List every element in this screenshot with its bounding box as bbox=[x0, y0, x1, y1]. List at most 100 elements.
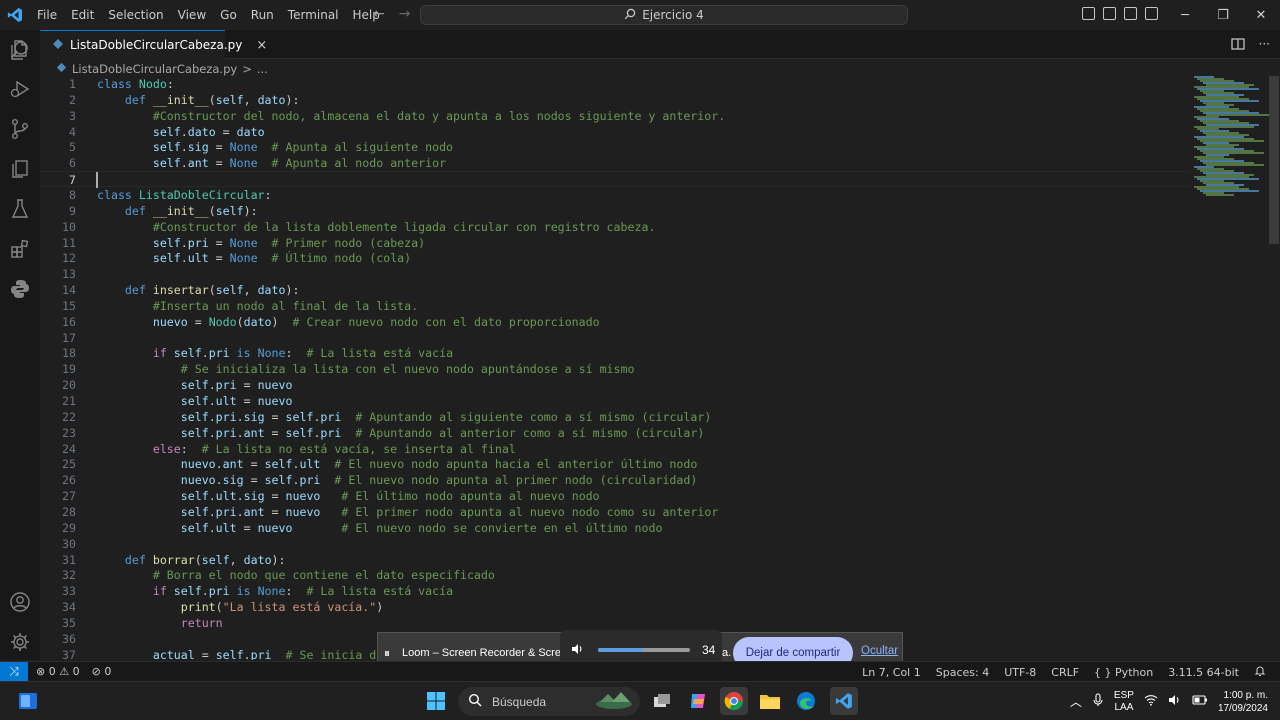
ports-indicator[interactable]: ⊘ 0 bbox=[92, 665, 112, 678]
indentation[interactable]: Spaces: 4 bbox=[936, 666, 989, 679]
file-explorer-icon[interactable] bbox=[756, 687, 784, 715]
toggle-primary-sidebar-icon[interactable] bbox=[1082, 7, 1095, 20]
code-line[interactable]: 20 self.pri = nuevo bbox=[40, 377, 1190, 393]
volume-slider[interactable] bbox=[598, 648, 690, 652]
editor-scrollbar[interactable] bbox=[1269, 76, 1279, 244]
input-language[interactable]: ESP LAA bbox=[1114, 690, 1134, 714]
code-line[interactable]: 31 def borrar(self, dato): bbox=[40, 552, 1190, 568]
desktop-widget-icon[interactable] bbox=[14, 687, 42, 715]
menu-selection[interactable]: Selection bbox=[101, 0, 170, 30]
back-arrow-icon[interactable]: ← bbox=[373, 6, 385, 22]
more-actions-icon[interactable]: ··· bbox=[1259, 37, 1270, 54]
code-line[interactable]: 32 # Borra el nodo que contiene el dato … bbox=[40, 567, 1190, 583]
code-line[interactable]: 11 self.pri = None # Primer nodo (cabeza… bbox=[40, 235, 1190, 251]
volume-icon[interactable] bbox=[1168, 694, 1182, 709]
code-line[interactable]: 10 #Constructor de la lista doblemente l… bbox=[40, 219, 1190, 235]
code-line[interactable]: 9 def __init__(self): bbox=[40, 203, 1190, 219]
code-line[interactable]: 24 else: # La lista no está vacía, se in… bbox=[40, 441, 1190, 457]
code-line[interactable]: 28 self.pri.ant = nuevo # El primer nodo… bbox=[40, 504, 1190, 520]
chrome-icon[interactable] bbox=[720, 687, 748, 715]
menu-edit[interactable]: Edit bbox=[64, 0, 101, 30]
minimize-icon[interactable]: ─ bbox=[1166, 0, 1204, 30]
close-window-icon[interactable]: ✕ bbox=[1242, 0, 1280, 30]
source-control-icon[interactable] bbox=[8, 117, 32, 141]
pause-icon[interactable]: ⏸ bbox=[384, 646, 402, 661]
code-line[interactable]: 6 self.ant = None # Apunta al nodo anter… bbox=[40, 155, 1190, 171]
accounts-icon[interactable] bbox=[8, 590, 32, 614]
minimap[interactable] bbox=[1190, 76, 1269, 206]
code-line[interactable]: 13 bbox=[40, 266, 1190, 282]
code-line[interactable]: 25 nuevo.ant = self.ult # El nuevo nodo … bbox=[40, 456, 1190, 472]
remote-indicator-icon[interactable]: ⤨ bbox=[0, 661, 28, 682]
task-view-icon[interactable] bbox=[648, 687, 676, 715]
menu-go[interactable]: Go bbox=[213, 0, 244, 30]
code-line[interactable]: 5 self.sig = None # Apunta al siguiente … bbox=[40, 139, 1190, 155]
code-line[interactable]: 19 # Se inicializa la lista con el nuevo… bbox=[40, 361, 1190, 377]
code-editor[interactable]: 1 class Nodo: 2 def __init__(self, dato): 3… bbox=[40, 76, 1190, 660]
python-interpreter[interactable]: 3.11.5 64-bit bbox=[1168, 666, 1239, 679]
code-line[interactable]: 34 print("La lista está vacía.") bbox=[40, 599, 1190, 615]
menu-run[interactable]: Run bbox=[244, 0, 281, 30]
customize-layout-icon[interactable] bbox=[1145, 7, 1158, 20]
breadcrumb-symbols[interactable]: ... bbox=[257, 62, 268, 76]
menu-file[interactable]: File bbox=[30, 0, 64, 30]
close-tab-icon[interactable]: × bbox=[256, 38, 267, 53]
code-line[interactable]: 15 #Inserta un nodo al final de la lista… bbox=[40, 298, 1190, 314]
code-line[interactable]: 7 bbox=[40, 171, 1190, 189]
edge-icon[interactable] bbox=[792, 687, 820, 715]
tab-listadoblecircularcabeza[interactable]: ListaDobleCircularCabeza.py × bbox=[40, 30, 267, 59]
microphone-icon[interactable] bbox=[1092, 693, 1104, 710]
code-line[interactable]: 8 class ListaDobleCircular: bbox=[40, 187, 1190, 203]
run-debug-icon[interactable] bbox=[8, 77, 32, 101]
code-line[interactable]: 17 bbox=[40, 330, 1190, 346]
end-of-line[interactable]: CRLF bbox=[1051, 666, 1079, 679]
copilot-icon[interactable] bbox=[684, 687, 712, 715]
wifi-icon[interactable] bbox=[1144, 694, 1158, 709]
command-center[interactable]: Ejercicio 4 bbox=[420, 5, 908, 25]
vscode-taskbar-icon[interactable] bbox=[830, 687, 858, 715]
code-line[interactable]: 12 self.ult = None # Último nodo (cola) bbox=[40, 250, 1190, 266]
speaker-icon[interactable] bbox=[570, 642, 584, 659]
battery-icon[interactable] bbox=[1192, 695, 1208, 708]
explorer-search-icon[interactable] bbox=[8, 38, 32, 62]
clock[interactable]: 1:00 p. m. 17/09/2024 bbox=[1218, 689, 1268, 715]
show-hidden-icons-chevron-icon[interactable]: ︿ bbox=[1070, 693, 1082, 710]
cursor-position[interactable]: Ln 7, Col 1 bbox=[862, 666, 921, 679]
code-line[interactable]: 27 self.ult.sig = nuevo # El último nodo… bbox=[40, 488, 1190, 504]
code-line[interactable]: 33 if self.pri is None: # La lista está … bbox=[40, 583, 1190, 599]
menu-view[interactable]: View bbox=[171, 0, 213, 30]
taskbar-search-box[interactable]: Búsqueda bbox=[458, 687, 640, 716]
code-line[interactable]: 35 return bbox=[40, 615, 1190, 631]
code-line[interactable]: 1 class Nodo: bbox=[40, 76, 1190, 92]
testing-flask-icon[interactable] bbox=[8, 197, 32, 221]
code-line[interactable]: 21 self.ult = nuevo bbox=[40, 393, 1190, 409]
code-line[interactable]: 29 self.ult = nuevo # El nuevo nodo se c… bbox=[40, 520, 1190, 536]
notifications-bell-icon[interactable] bbox=[1254, 665, 1266, 680]
language-mode[interactable]: { } Python bbox=[1094, 666, 1153, 679]
problems-indicator[interactable]: ⊗ 0 ⚠ 0 bbox=[36, 665, 80, 678]
files-icon[interactable] bbox=[8, 157, 32, 181]
toggle-panel-icon[interactable] bbox=[1103, 7, 1116, 20]
code-line[interactable]: 26 nuevo.sig = self.pri # El nuevo nodo … bbox=[40, 472, 1190, 488]
python-icon[interactable] bbox=[8, 277, 32, 301]
windows-start-icon[interactable] bbox=[422, 687, 450, 715]
code-line[interactable]: 18 if self.pri is None: # La lista está … bbox=[40, 345, 1190, 361]
hide-link[interactable]: Ocultar bbox=[861, 645, 898, 657]
code-line[interactable]: 23 self.pri.ant = self.pri # Apuntando a… bbox=[40, 425, 1190, 441]
code-line[interactable]: 2 def __init__(self, dato): bbox=[40, 92, 1190, 108]
extensions-icon[interactable] bbox=[8, 237, 32, 261]
toggle-secondary-sidebar-icon[interactable] bbox=[1124, 7, 1137, 20]
code-line[interactable]: 22 self.pri.sig = self.pri # Apuntando a… bbox=[40, 409, 1190, 425]
encoding[interactable]: UTF-8 bbox=[1004, 666, 1036, 679]
code-line[interactable]: 14 def insertar(self, dato): bbox=[40, 282, 1190, 298]
breadcrumb-file[interactable]: ListaDobleCircularCabeza.py bbox=[72, 62, 237, 76]
split-editor-icon[interactable] bbox=[1230, 37, 1245, 54]
menu-terminal[interactable]: Terminal bbox=[281, 0, 346, 30]
code-line[interactable]: 30 bbox=[40, 536, 1190, 552]
code-line[interactable]: 4 self.dato = dato bbox=[40, 124, 1190, 140]
code-line[interactable]: 3 #Constructor del nodo, almacena el dat… bbox=[40, 108, 1190, 124]
forward-arrow-icon[interactable]: → bbox=[399, 6, 411, 22]
restore-icon[interactable]: ❐ bbox=[1204, 0, 1242, 30]
settings-gear-icon[interactable] bbox=[8, 630, 32, 654]
code-line[interactable]: 16 nuevo = Nodo(dato) # Crear nuevo nodo… bbox=[40, 314, 1190, 330]
